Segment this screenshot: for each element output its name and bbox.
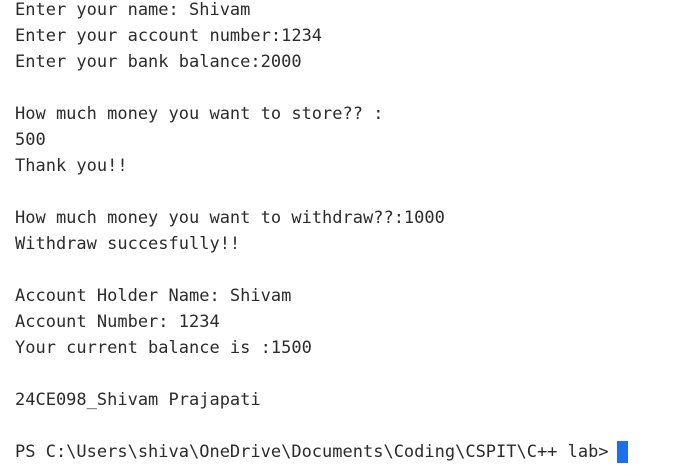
powershell-prompt: PS C:\Users\shiva\OneDrive\Documents\Cod… bbox=[15, 442, 609, 462]
output-blank-line bbox=[15, 179, 691, 205]
output-blank-line bbox=[15, 413, 691, 439]
output-line-withdraw-question: How much money you want to withdraw??:10… bbox=[15, 208, 445, 228]
output-line-student-id: 24CE098_Shivam Prajapati bbox=[15, 390, 261, 410]
output-line-store-amount: 500 bbox=[15, 130, 46, 150]
text-cursor bbox=[616, 441, 628, 463]
output-line-account-number-summary: Account Number: 1234 bbox=[15, 312, 220, 332]
terminal-output[interactable]: Enter your name: Shivam Enter your accou… bbox=[0, 0, 691, 469]
output-line-withdraw-success: Withdraw succesfully!! bbox=[15, 234, 241, 254]
output-line-name: Enter your name: Shivam bbox=[15, 0, 251, 20]
output-blank-line bbox=[15, 75, 691, 101]
output-blank-line bbox=[15, 361, 691, 387]
output-line-store-question: How much money you want to store?? : bbox=[15, 104, 384, 124]
output-line-thank-you: Thank you!! bbox=[15, 156, 128, 176]
powershell-prompt-line[interactable]: PS C:\Users\shiva\OneDrive\Documents\Cod… bbox=[15, 439, 691, 465]
output-line-holder-name: Account Holder Name: Shivam bbox=[15, 286, 292, 306]
output-blank-line bbox=[15, 257, 691, 283]
output-line-current-balance: Your current balance is :1500 bbox=[15, 338, 312, 358]
output-line-account-number: Enter your account number:1234 bbox=[15, 26, 323, 46]
output-line-bank-balance: Enter your bank balance:2000 bbox=[15, 52, 302, 72]
